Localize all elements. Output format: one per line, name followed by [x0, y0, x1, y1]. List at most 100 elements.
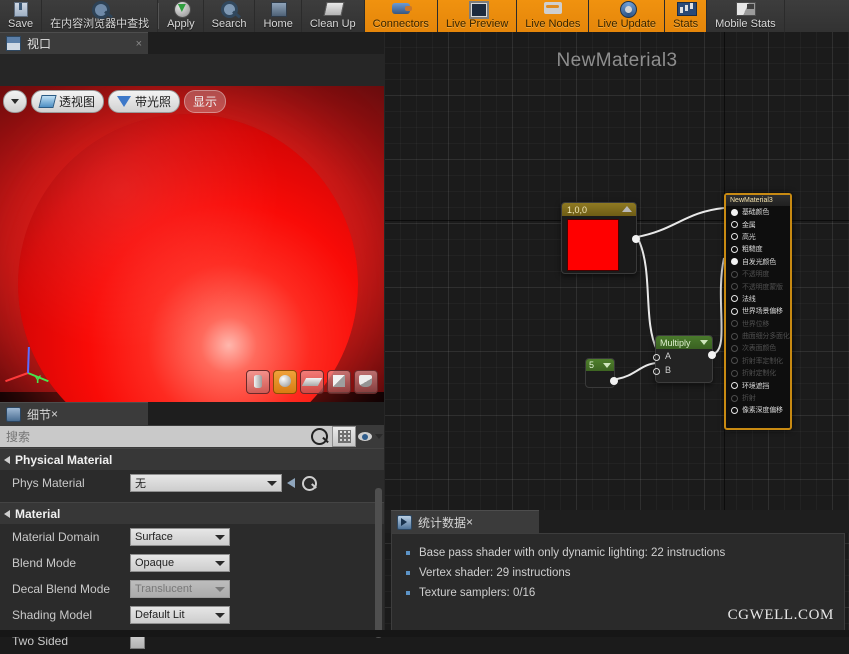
- material-output-pin-row[interactable]: 法线: [726, 293, 790, 305]
- pin-label: 环境遮挡: [742, 382, 770, 390]
- material-output-pin-row[interactable]: 金属: [726, 218, 790, 230]
- material-output-pin-row[interactable]: 不透明度蒙版: [726, 280, 790, 292]
- toolbar-button-save[interactable]: Save: [0, 0, 43, 32]
- node-collapse-icon[interactable]: [622, 206, 632, 212]
- pin-connector[interactable]: [731, 258, 738, 266]
- material-output-pin-row[interactable]: 折射: [726, 392, 790, 404]
- node-header: NewMaterial3: [726, 195, 790, 206]
- node-input-pin-b[interactable]: [653, 368, 660, 375]
- pin-connector[interactable]: [731, 221, 738, 229]
- viewport-show-button[interactable]: 显示: [184, 89, 227, 113]
- tab-details[interactable]: 细节 ×: [0, 402, 148, 425]
- node-title: NewMaterial3: [730, 197, 773, 204]
- material-output-pin-row[interactable]: 环境遮挡: [726, 379, 790, 391]
- toolbar-button-mobile-stats[interactable]: Mobile Stats: [707, 0, 785, 32]
- close-icon[interactable]: ×: [136, 38, 142, 50]
- node-output-pin[interactable]: [632, 235, 640, 243]
- pin-label: 金属: [742, 221, 756, 229]
- property-row-material-domain: Material Domain Surface: [0, 524, 384, 550]
- preview-shape-sphere[interactable]: [273, 370, 297, 394]
- preview-shape-custom[interactable]: [354, 370, 378, 394]
- shading-model-combo[interactable]: Default Lit: [130, 606, 230, 624]
- viewport-show-label: 显示: [193, 94, 218, 109]
- pin-connector[interactable]: [731, 295, 738, 303]
- toolbar-button-stats[interactable]: Stats: [665, 0, 708, 32]
- toolbar-button-live-preview[interactable]: Live Preview: [437, 0, 518, 32]
- material-output-pin-row[interactable]: 次表面颜色: [726, 342, 790, 354]
- viewport-options-button[interactable]: [3, 89, 27, 113]
- material-output-pin-row[interactable]: 自发光颜色: [726, 256, 790, 268]
- pin-connector[interactable]: [731, 382, 738, 390]
- details-scrollbar[interactable]: [375, 488, 382, 638]
- pin-connector[interactable]: [731, 332, 738, 340]
- toolbar-label: 在内容浏览器中查找: [50, 18, 150, 30]
- material-output-pin-row[interactable]: 基础颜色: [726, 206, 790, 218]
- material-output-pin-row[interactable]: 世界场景偏移: [726, 305, 790, 317]
- pin-connector[interactable]: [731, 394, 738, 402]
- toolbar-button-home[interactable]: Home: [255, 0, 302, 32]
- viewport-perspective-button[interactable]: 透视图: [31, 89, 105, 113]
- toolbar-button-apply[interactable]: Apply: [159, 0, 204, 32]
- blend-mode-combo[interactable]: Opaque: [130, 554, 230, 572]
- pin-connector[interactable]: [731, 406, 738, 414]
- details-visibility-button[interactable]: [356, 426, 384, 447]
- pin-connector[interactable]: [731, 245, 738, 253]
- details-grid-view-button[interactable]: [332, 426, 356, 447]
- toolbar-button-live-nodes[interactable]: Live Nodes: [517, 0, 590, 32]
- node-collapse-icon[interactable]: [700, 340, 708, 345]
- browse-icon[interactable]: [300, 474, 318, 492]
- material-output-pin-row[interactable]: 不透明度: [726, 268, 790, 280]
- tab-label: 细节: [27, 407, 52, 422]
- node-collapse-icon[interactable]: [603, 362, 611, 368]
- close-icon[interactable]: ×: [51, 407, 58, 421]
- viewport-lit-button[interactable]: 带光照: [108, 89, 181, 113]
- graph-node-multiply[interactable]: Multiply A B: [653, 335, 716, 383]
- pin-connector[interactable]: [731, 283, 738, 291]
- toolbar-button-find-in-content-browser[interactable]: 在内容浏览器中查找: [42, 0, 159, 32]
- details-search-box[interactable]: [0, 426, 332, 447]
- pin-connector[interactable]: [731, 369, 738, 377]
- pin-connector[interactable]: [731, 320, 738, 328]
- preview-shape-cube[interactable]: [327, 370, 351, 394]
- pin-connector[interactable]: [731, 208, 738, 216]
- material-output-pin-row[interactable]: 粗糙度: [726, 243, 790, 255]
- pin-connector[interactable]: [731, 270, 738, 278]
- node-output-pin[interactable]: [610, 377, 618, 385]
- node-output-pin[interactable]: [708, 351, 716, 359]
- color-swatch[interactable]: [567, 219, 619, 271]
- axis-z: [27, 346, 30, 374]
- close-icon[interactable]: ×: [466, 515, 473, 529]
- preview-shape-cylinder[interactable]: [246, 370, 270, 394]
- axis-gizmo: Y: [4, 334, 56, 386]
- pin-label: 像素深度偏移: [742, 407, 783, 415]
- toolbar-button-connectors[interactable]: Connectors: [364, 0, 438, 32]
- graph-node-material-output[interactable]: NewMaterial3 基础颜色金属高光 粗糙度 自发光颜色 不透明度 不透明度蒙版法…: [724, 193, 792, 430]
- preview-shape-plane[interactable]: [300, 370, 324, 394]
- tab-viewport[interactable]: 视口 ×: [0, 32, 148, 54]
- pin-connector[interactable]: [731, 307, 738, 315]
- back-arrow-icon[interactable]: [282, 474, 300, 492]
- material-output-pin-row[interactable]: 像素深度偏移: [726, 404, 790, 416]
- material-output-pin-row[interactable]: 折射率定制化: [726, 355, 790, 367]
- material-domain-combo[interactable]: Surface: [130, 528, 230, 546]
- toolbar-label: Apply: [167, 18, 195, 30]
- node-input-pin-a[interactable]: [653, 354, 660, 361]
- material-output-pin-row[interactable]: 世界位移: [726, 318, 790, 330]
- section-header-material[interactable]: Material: [0, 502, 384, 524]
- material-output-pin-row[interactable]: 曲面细分多面化: [726, 330, 790, 342]
- pin-connector[interactable]: [731, 357, 738, 365]
- pin-connector[interactable]: [731, 344, 738, 352]
- toolbar-button-search[interactable]: Search: [204, 0, 256, 32]
- tab-stats[interactable]: 统计数据 ×: [391, 510, 539, 533]
- phys-material-combo[interactable]: 无: [130, 474, 282, 492]
- graph-node-constant-vector[interactable]: 1,0,0: [561, 202, 640, 274]
- material-preview-viewport[interactable]: 透视图 带光照 显示 Y: [0, 86, 384, 402]
- graph-node-scalar[interactable]: 5: [585, 358, 618, 388]
- pin-connector[interactable]: [731, 233, 738, 241]
- section-header-physical-material[interactable]: Physical Material: [0, 448, 384, 470]
- toolbar-button-live-update[interactable]: Live Update: [589, 0, 666, 32]
- material-output-pin-row[interactable]: 折射定制化: [726, 367, 790, 379]
- material-output-pin-row[interactable]: 高光: [726, 231, 790, 243]
- search-input[interactable]: [4, 428, 311, 445]
- toolbar-button-clean-up[interactable]: Clean Up: [302, 0, 365, 32]
